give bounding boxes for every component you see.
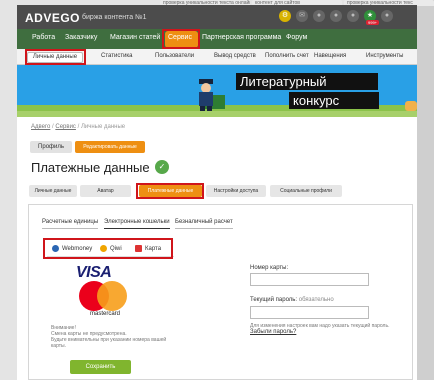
mastercard-label: mastercard — [89, 311, 120, 317]
sub-nav-stats[interactable]: Статистика — [101, 53, 133, 59]
highlight-payment-tab — [136, 183, 204, 199]
highlight-service — [162, 29, 200, 49]
card-number-input[interactable] — [250, 273, 369, 286]
banner-road — [17, 111, 417, 117]
nav-item-work[interactable]: Работа — [32, 34, 55, 41]
tab-personal[interactable]: Личные данные — [29, 185, 77, 197]
gear-icon[interactable]: ● — [330, 10, 342, 22]
sub-nav-topup[interactable]: Пополнить счет — [265, 53, 309, 59]
mail-icon[interactable]: ✉ — [296, 10, 308, 22]
warning-line: карты. — [51, 343, 67, 349]
subtab-units[interactable]: Расчетные единицы — [42, 219, 99, 229]
shield-icon: ✓ — [155, 160, 169, 174]
user-icon[interactable]: ● — [347, 10, 359, 22]
breadcrumb-advego[interactable]: Адвего — [31, 124, 50, 130]
password-input[interactable] — [250, 306, 369, 319]
dog-illustration — [405, 101, 417, 111]
breadcrumb-separator: / — [77, 124, 80, 130]
payment-subtabs: Расчетные единицы Электронные кошельки Б… — [29, 219, 414, 233]
nav-item-shop[interactable]: Магазин статей — [110, 34, 160, 41]
site-window: ADVEGO биржа контента №1 ⚙ ✉ ● ● ● ★ ● 9… — [17, 5, 417, 380]
breadcrumb: Адвего / Сервис / Личные данные — [31, 124, 125, 130]
chat-icon[interactable]: ● — [313, 10, 325, 22]
exit-icon[interactable]: ● — [381, 10, 393, 22]
nav-item-partner[interactable]: Партнерская программа — [202, 34, 281, 41]
page-title: Платежные данные — [31, 160, 150, 175]
nav-item-forum[interactable]: Форум — [286, 34, 307, 41]
policeman-illustration — [199, 79, 213, 111]
logo[interactable]: ADVEGO — [25, 11, 80, 25]
edit-data-button[interactable]: Редактировать данные — [75, 141, 145, 153]
password-label: Текущий пароль: обязательно — [250, 297, 334, 303]
save-button[interactable]: Сохранить — [70, 360, 131, 374]
password-label-text: Текущий пароль: — [250, 297, 298, 303]
tagline: биржа контента №1 — [82, 14, 147, 21]
visa-logo: VISA — [76, 264, 112, 281]
site-header: ADVEGO биржа контента №1 ⚙ ✉ ● ● ● ★ ● 9… — [17, 5, 417, 29]
forgot-password-link[interactable]: Забыли пароль? — [250, 329, 296, 335]
nav-item-customer[interactable]: Заказчику — [65, 34, 97, 41]
mastercard-logo: mastercard — [75, 281, 131, 317]
banner-title-line2: конкурс — [289, 92, 379, 109]
banner-title-line1: Литературный — [236, 73, 378, 90]
breadcrumb-current: Личные данные — [80, 124, 126, 130]
highlight-personal — [25, 49, 86, 65]
subtab-cashless[interactable]: Безналичный расчет — [175, 219, 233, 229]
tab-access[interactable]: Настройки доступа — [206, 185, 266, 197]
card-warning: Внимание! Смена карты не предусмотрена. … — [51, 325, 241, 349]
sub-nav-visits[interactable]: Навещения — [314, 53, 346, 59]
right-scrollbar-area[interactable] — [417, 0, 434, 380]
sub-nav-tools[interactable]: Инструменты — [366, 53, 403, 59]
breadcrumb-service[interactable]: Сервис — [55, 124, 76, 130]
mastercard-circle-orange — [97, 281, 127, 311]
notification-badge: 999+ — [366, 20, 380, 25]
breadcrumb-separator: / — [52, 124, 54, 130]
bell-icon[interactable]: ⚙ — [279, 10, 291, 22]
sub-nav-withdraw[interactable]: Вывод средств — [214, 53, 256, 59]
sub-nav-users[interactable]: Пользователи — [155, 53, 194, 59]
password-required-note: обязательно — [298, 297, 334, 303]
tab-social[interactable]: Социальные профили — [270, 185, 342, 197]
subtab-wallets[interactable]: Электронные кошельки — [104, 219, 170, 229]
profile-button[interactable]: Профиль — [30, 141, 72, 153]
highlight-payment-methods — [43, 238, 173, 259]
contest-banner[interactable]: Литературный конкурс — [17, 65, 417, 117]
card-number-label: Номер карты: — [250, 265, 289, 271]
tab-avatar[interactable]: Аватар — [80, 185, 131, 197]
main-nav: Работа Заказчику Магазин статей Сервис П… — [17, 29, 417, 49]
